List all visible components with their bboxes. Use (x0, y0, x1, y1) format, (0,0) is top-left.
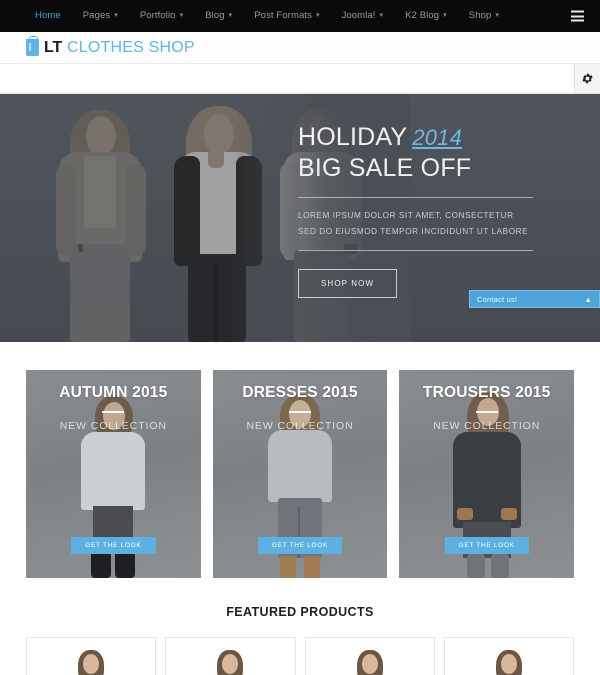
category-divider (475, 411, 498, 413)
category-title: TROUSERS 2015 (423, 384, 551, 402)
nav-item-joomla[interactable]: Joomla! ▾ (331, 0, 395, 32)
category-card-dresses[interactable]: DRESSES 2015 NEW COLLECTION GET THE LOOK (212, 370, 388, 578)
contact-us-tab[interactable]: Contact us! ▲ (469, 290, 600, 308)
category-card-trousers[interactable]: TROUSERS 2015 NEW COLLECTION GET THE LOOK (399, 370, 575, 578)
hero-heading-line-2: BIG SALE OFF (298, 153, 472, 182)
nav-item-post-formats[interactable]: Post Formats ▾ (243, 0, 330, 32)
gear-glyph (582, 73, 593, 84)
category-divider (102, 411, 125, 413)
nav-item-label: K2 Blog (405, 10, 440, 21)
nav-item-k2-blog[interactable]: K2 Blog ▾ (394, 0, 458, 32)
chevron-down-icon: ▾ (114, 12, 118, 19)
nav-item-label: Post Formats (254, 10, 312, 21)
shop-now-button[interactable]: SHOP NOW (298, 268, 398, 298)
logo-bar: LT CLOTHES SHOP (0, 32, 600, 64)
nav-item-label: Shop (468, 10, 492, 21)
category-title-year: 2015 (322, 384, 358, 401)
chevron-down-icon: ▾ (443, 12, 447, 19)
category-title-main: DRESSES (242, 384, 318, 401)
hamburger-line (571, 19, 584, 22)
category-card-autumn[interactable]: AUTUMN 2015 NEW COLLECTION GET THE LOOK (26, 370, 201, 578)
nav-item-pages[interactable]: Pages ▾ (72, 0, 129, 32)
get-the-look-button[interactable]: GET THE LOOK (257, 537, 343, 554)
category-cards: AUTUMN 2015 NEW COLLECTION GET THE LOOK DRE… (0, 342, 600, 578)
chevron-down-icon: ▾ (179, 12, 184, 19)
hero-divider-bottom (298, 249, 533, 251)
nav-item-home[interactable]: Home (24, 0, 72, 32)
hero-divider-top (298, 197, 533, 198)
main-menu: Home Pages ▾ Portfolio ▾ Blog ▾ Post Formats ▾ Jo… (24, 0, 510, 32)
product-photo (488, 650, 530, 675)
category-subtitle: NEW COLLECTION (433, 420, 541, 432)
chevron-down-icon: ▾ (495, 12, 499, 19)
product-card[interactable] (304, 637, 435, 675)
tool-strip (0, 64, 600, 94)
product-card[interactable] (443, 637, 574, 675)
category-title: AUTUMN 2015 (59, 384, 167, 402)
get-the-look-button[interactable]: GET THE LOOK (444, 537, 529, 554)
nav-item-label: Blog (205, 10, 225, 21)
category-title: DRESSES 2015 (242, 384, 357, 402)
nav-item-label: Joomla! (341, 10, 376, 21)
hero-subtitle-line-2: SED DO EIUSMOD TEMPOR INCIDIDUNT UT LABO… (298, 226, 529, 236)
chevron-down-icon: ▾ (379, 12, 384, 19)
nav-item-shop[interactable]: Shop ▾ (458, 0, 510, 32)
product-photo (349, 650, 391, 675)
nav-item-portfolio[interactable]: Portfolio ▾ (129, 0, 194, 32)
product-photo (209, 650, 251, 675)
contact-us-label: Contact us! (477, 294, 518, 304)
category-divider (289, 411, 311, 413)
category-subtitle: NEW COLLECTION (59, 420, 167, 432)
site-logo[interactable]: LT CLOTHES SHOP (26, 36, 195, 57)
logo-text-primary: LT (44, 38, 62, 56)
hamburger-icon[interactable] (571, 10, 584, 22)
hero-heading-text: HOLIDAY (298, 123, 408, 151)
nav-item-label: Pages (82, 10, 111, 21)
chevron-down-icon: ▾ (315, 12, 320, 19)
chevron-down-icon: ▾ (228, 12, 233, 19)
product-card[interactable] (26, 637, 157, 675)
logo-text-secondary: CLOTHES SHOP (66, 38, 195, 56)
get-the-look-button[interactable]: GET THE LOOK (71, 537, 156, 554)
category-title-year: 2015 (515, 384, 551, 401)
hero-model-1 (34, 94, 164, 342)
product-card[interactable] (165, 637, 296, 675)
gear-icon[interactable] (574, 64, 600, 93)
category-title-main: TROUSERS (422, 384, 511, 401)
nav-item-label: Portfolio (139, 10, 176, 21)
hero-heading-line-1: HOLIDAY 2014 (298, 122, 558, 153)
category-subtitle: NEW COLLECTION (246, 420, 354, 432)
hero-heading-year: 2014 (412, 125, 463, 150)
category-title-year: 2015 (132, 384, 168, 401)
product-photo (70, 650, 112, 675)
category-title-main: AUTUMN (59, 384, 128, 401)
chevron-up-icon: ▲ (584, 294, 592, 304)
hero-banner: HOLIDAY 2014 BIG SALE OFF LOREM IPSUM DOL… (0, 94, 600, 342)
nav-item-label: Home (35, 10, 61, 21)
featured-products-grid (0, 637, 600, 675)
featured-products-title: FEATURED PRODUCTS (226, 605, 374, 619)
top-navigation-bar: Home Pages ▾ Portfolio ▾ Blog ▾ Post Formats ▾ Jo… (0, 0, 600, 32)
hero-subtitle-line-1: LOREM IPSUM DOLOR SIT AMET, CONSECTETUR (298, 211, 514, 220)
hamburger-line (571, 15, 584, 17)
shopping-bag-icon (26, 36, 39, 56)
hamburger-line (571, 10, 584, 13)
hero-content: HOLIDAY 2014 BIG SALE OFF LOREM IPSUM DOL… (298, 122, 558, 298)
nav-item-blog[interactable]: Blog ▾ (194, 0, 243, 32)
